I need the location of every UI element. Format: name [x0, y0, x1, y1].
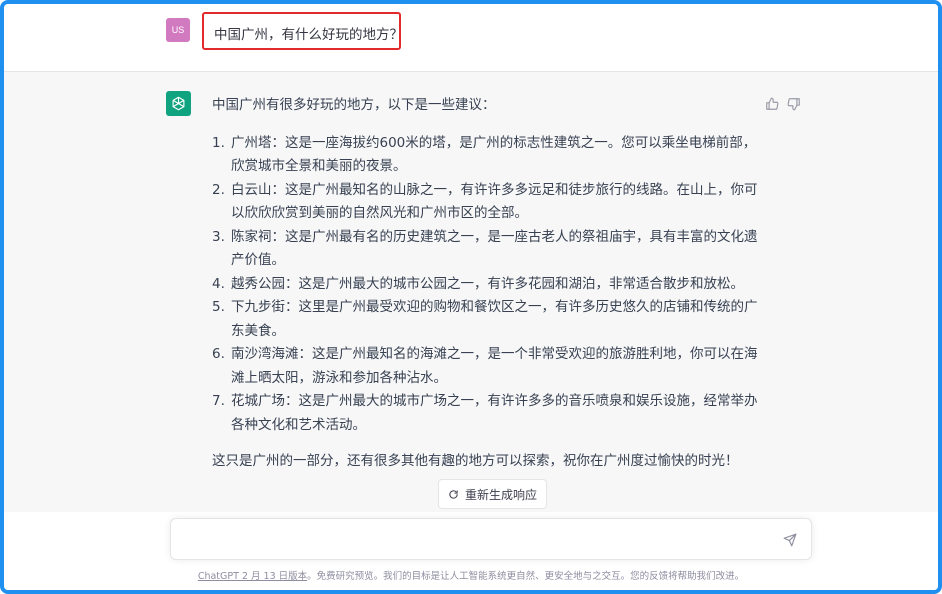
footer-disclaimer: ChatGPT 2 月 13 日版本。免费研究预览。我们的目标是让人工智能系统更… [4, 568, 938, 582]
list-item: 3. 陈家祠：这是广州最有名的历史建筑之一，是一座古老人的祭祖庙宇，具有丰富的文化… [212, 228, 758, 269]
send-icon[interactable] [783, 532, 799, 548]
user-message-row: US 中国广州，有什么好玩的地方？ [4, 4, 938, 72]
composer-area: ChatGPT 2 月 13 日版本。免费研究预览。我们的目标是让人工智能系统更… [4, 512, 938, 590]
app-frame: US 中国广州，有什么好玩的地方？ 中国广州有很多好玩的地方，以下是一些建议： … [0, 0, 942, 594]
answer-intro: 中国广州有很多好玩的地方，以下是一些建议： [212, 97, 496, 113]
footer-text: 。免费研究预览。我们的目标是让人工智能系统更自然、更安全地与之交互。您的反馈将帮… [307, 571, 745, 582]
suggestion-list: 1. 广州塔：这是一座海拔约600米的塔，是广州的标志性建筑之一。您可以乘坐电梯前… [212, 132, 762, 438]
chatgpt-logo-icon [166, 91, 191, 116]
message-input[interactable] [183, 529, 763, 551]
list-item: 5. 下九步街：这里是广州最受欢迎的购物和餐饮区之一，有许多历史悠久的店铺和传统的… [212, 299, 758, 339]
thumbs-up-icon[interactable] [765, 96, 779, 110]
thumbs-down-icon[interactable] [787, 96, 801, 111]
list-item: 4. 越秀公园：这是广州最大的城市公园之一，有许多花园和湖泊，非常适合散步和放松。 [212, 275, 744, 292]
version-link[interactable]: ChatGPT 2 月 13 日版本 [198, 571, 307, 582]
feedback-buttons [765, 96, 801, 111]
refresh-icon [449, 489, 458, 499]
user-message-text: 中国广州，有什么好玩的地方？ [202, 12, 403, 50]
assistant-message-row: 中国广州有很多好玩的地方，以下是一些建议： 1. 广州塔：这是一座海拔约600米的… [4, 72, 938, 512]
answer-outro: 这只是广州的一部分，还有很多其他有趣的地方可以探索，祝你在广州度过愉快的时光！ [212, 453, 739, 469]
user-avatar: US [166, 18, 190, 42]
regenerate-response-button[interactable]: 重新生成响应 [438, 479, 547, 509]
list-item: 1. 广州塔：这是一座海拔约600米的塔，是广州的标志性建筑之一。您可以乘坐电梯前… [212, 134, 757, 175]
regenerate-label: 重新生成响应 [464, 487, 537, 502]
message-input-box [170, 518, 812, 560]
list-item: 6. 南沙湾海滩：这是广州最知名的海滩之一，是一个非常受欢迎的旅游胜利地，你可以在… [212, 346, 758, 386]
list-item: 2. 白云山：这是广州最知名的山脉之一，有许许多多远足和徒步旅行的线路。在山上，你… [212, 181, 758, 222]
assistant-message-text: 中国广州有很多好玩的地方，以下是一些建议： 1. 广州塔：这是一座海拔约600米的… [212, 94, 762, 474]
list-item: 7. 花城广场：这是广州最大的城市广场之一，有许许多多的音乐喷泉和娱乐设施，经常举… [212, 393, 758, 433]
